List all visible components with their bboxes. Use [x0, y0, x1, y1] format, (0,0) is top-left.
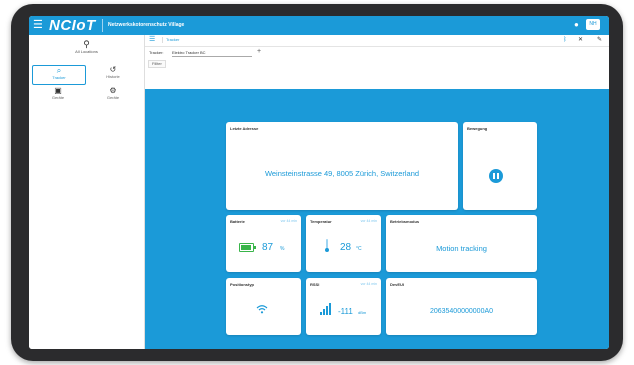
- card-title: Positionstyp: [230, 282, 255, 287]
- temperature-unit: °C: [356, 246, 362, 252]
- bluetooth-icon[interactable]: ᛒ: [563, 36, 567, 44]
- card-title: Bewegung: [467, 126, 488, 131]
- card-title: RSSI: [310, 282, 320, 287]
- user-menu-button[interactable]: NH: [586, 19, 600, 30]
- tab-filter[interactable]: Fillter: [148, 60, 166, 68]
- users-icon: ▣: [54, 86, 62, 95]
- history-icon: ↺: [109, 65, 117, 74]
- location-label: All Locations: [75, 49, 98, 54]
- card-position-type: Positionstyp: [226, 278, 301, 335]
- sidebar-item-devices-settings[interactable]: ⚙ Geräte: [87, 86, 139, 104]
- dashboard-area: Letzte Adresse Weinsteinstrasse 49, 8005…: [145, 89, 609, 349]
- sidebar-item-history[interactable]: ↺ Historie: [87, 65, 139, 83]
- battery-icon: [239, 243, 256, 252]
- top-bar: ☰ NCIoT Netzwerkskotorenschutz Village ●…: [29, 16, 609, 35]
- sidebar: ⚲ All Locations ⌕ Tracker ↺ Historie ▣ G…: [29, 35, 145, 349]
- card-last-address: Letzte Adresse Weinsteinstrasse 49, 8005…: [226, 122, 458, 210]
- sidebar-item-label: Geräte: [106, 95, 120, 100]
- card-title: Temperatur: [310, 219, 332, 224]
- user-icon[interactable]: ●: [574, 20, 579, 30]
- temperature-timestamp: vor 44 min: [360, 219, 377, 223]
- map-pin-icon: ⚲: [83, 39, 90, 49]
- company-name: Netzwerkskotorenschutz Village: [108, 22, 185, 28]
- pause-icon[interactable]: [489, 169, 503, 183]
- location-selector[interactable]: ⚲ All Locations: [49, 39, 124, 61]
- sidebar-item-label: Tracker: [52, 75, 66, 80]
- pen-icon[interactable]: ✎: [597, 36, 602, 44]
- battery-timestamp: vor 44 min: [280, 219, 297, 223]
- sidebar-item-label: Geräte: [51, 95, 65, 100]
- sidebar-toggle-icon[interactable]: ☰: [149, 36, 155, 44]
- signal-icon: [320, 302, 334, 315]
- card-temperature: Temperatur vor 44 min 28 °C: [306, 215, 381, 272]
- breadcrumb: Tracker: [162, 37, 286, 43]
- dev-eui-value: 20635400000000A0: [429, 308, 494, 315]
- hamburger-icon[interactable]: ☰: [33, 19, 43, 31]
- app-logo: NCIoT: [49, 17, 96, 34]
- temperature-value: 28: [340, 242, 352, 253]
- thermometer-icon: [325, 239, 329, 253]
- app-screen: ☰ NCIoT Netzwerkskotorenschutz Village ●…: [29, 16, 609, 349]
- settings-icon: ⚙: [109, 86, 117, 95]
- rssi-unit: dBm: [358, 310, 367, 315]
- sidebar-item-tracker[interactable]: ⌕ Tracker: [32, 65, 86, 85]
- card-title: Batterie: [230, 219, 245, 224]
- card-title: Letzte Adresse: [230, 126, 259, 131]
- address-value: Weinsteinstrasse 49, 8005 Zürich, Switze…: [264, 169, 420, 178]
- sidebar-item-label: Historie: [106, 74, 120, 79]
- card-movement: Bewegung: [463, 122, 537, 210]
- tool-icon[interactable]: ✕: [578, 36, 583, 44]
- toolbar: ☰ Tracker ᛒ ✕ ✎: [145, 35, 609, 47]
- wifi-icon: [256, 305, 268, 314]
- logo-divider: [102, 19, 103, 32]
- rssi-value: -111: [338, 307, 353, 316]
- card-rssi: RSSI vor 44 min -111 dBm: [306, 278, 381, 335]
- tablet-frame: ☰ NCIoT Netzwerkskotorenschutz Village ●…: [11, 4, 623, 361]
- rssi-timestamp: vor 44 min: [360, 282, 377, 286]
- filter-bar: Tracker: Elektro Tracker BC + Fillter: [145, 47, 609, 68]
- card-title: Betriebsmodus: [390, 219, 420, 224]
- search-icon: ⌕: [56, 66, 62, 75]
- operating-mode-value: Motion tracking: [436, 244, 487, 253]
- tracker-filter-label: Tracker:: [149, 50, 164, 55]
- battery-value: 87: [262, 242, 274, 253]
- plus-icon[interactable]: +: [257, 48, 261, 56]
- sidebar-item-devices[interactable]: ▣ Geräte: [32, 86, 84, 104]
- card-battery: Batterie vor 44 min 87 %: [226, 215, 301, 272]
- card-title: DevEUI: [390, 282, 405, 287]
- tracker-select[interactable]: Elektro Tracker BC: [172, 49, 252, 57]
- card-dev-eui: DevEUI 20635400000000A0: [386, 278, 537, 335]
- battery-unit: %: [280, 246, 285, 252]
- card-operating-mode: Betriebsmodus Motion tracking: [386, 215, 537, 272]
